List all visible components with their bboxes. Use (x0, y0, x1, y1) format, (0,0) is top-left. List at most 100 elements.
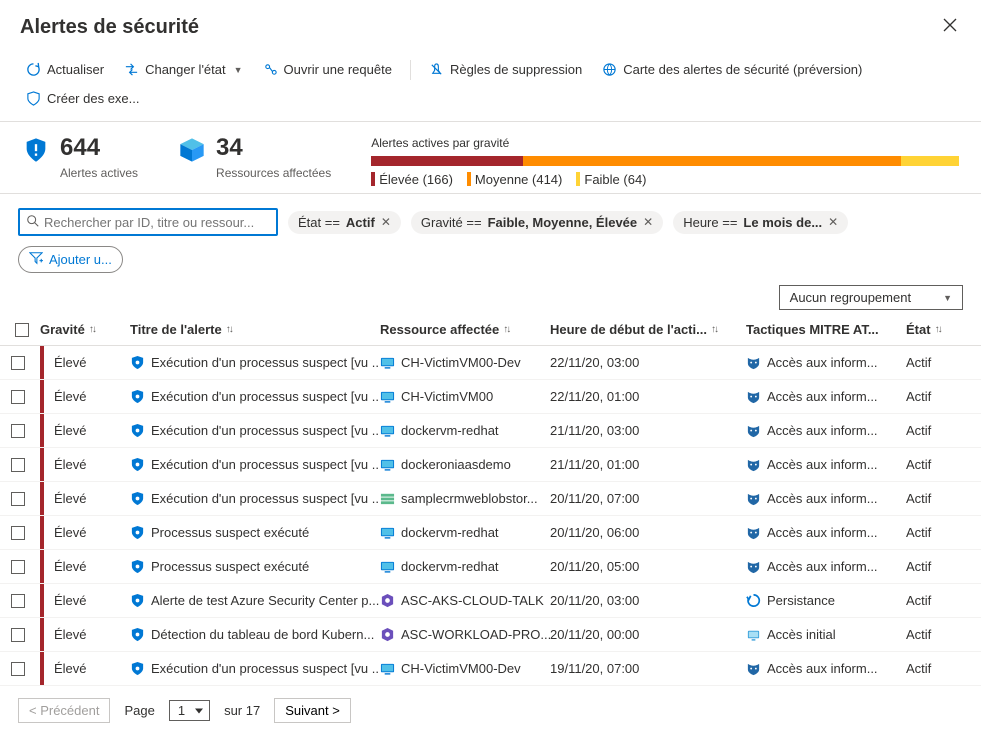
tactic-icon (746, 389, 761, 404)
table-row[interactable]: Élevé Détection du tableau de bord Kuber… (0, 618, 981, 652)
column-severity[interactable]: Gravité↑↓ (40, 322, 130, 337)
column-tactics[interactable]: Tactiques MITRE AT... (746, 322, 906, 337)
row-checkbox[interactable] (4, 492, 40, 506)
cell-state: Actif (906, 389, 966, 404)
suppression-rules-button[interactable]: Règles de suppression (421, 57, 590, 82)
open-query-label: Ouvrir une requête (284, 62, 392, 77)
cell-severity: Élevé (40, 584, 130, 617)
alerts-table: Gravité↑↓ Titre de l'alerte↑↓ Ressource … (0, 314, 981, 686)
filter-chip-severity-remove[interactable]: ✕ (643, 215, 653, 229)
cell-tactic: Accès aux inform... (746, 423, 906, 438)
search-box[interactable] (18, 208, 278, 236)
resource-icon (380, 559, 395, 574)
page-title: Alertes de sécurité (20, 16, 199, 39)
column-state[interactable]: État↑↓ (906, 322, 966, 337)
filter-chip-time-remove[interactable]: ✕ (828, 215, 838, 229)
table-row[interactable]: Élevé Processus suspect exécuté dockervm… (0, 550, 981, 584)
tactic-icon (746, 457, 761, 472)
cell-resource: dockervm-redhat (380, 559, 550, 574)
cell-title: Exécution d'un processus suspect [vu ... (130, 355, 380, 370)
severity-bar-low (901, 156, 959, 166)
security-map-button[interactable]: Carte des alertes de sécurité (préversio… (594, 57, 870, 82)
row-checkbox[interactable] (4, 390, 40, 404)
next-page-button[interactable]: Suivant > (274, 698, 351, 723)
severity-stripe (40, 516, 44, 549)
table-row[interactable]: Élevé Exécution d'un processus suspect [… (0, 346, 981, 380)
shield-icon (130, 389, 145, 404)
globe-icon (602, 62, 617, 77)
table-row[interactable]: Élevé Exécution d'un processus suspect [… (0, 414, 981, 448)
toolbar-separator (410, 60, 411, 80)
close-button[interactable] (939, 14, 961, 41)
select-all-checkbox[interactable] (4, 323, 40, 337)
cell-tactic: Accès initial (746, 627, 906, 642)
cell-tactic: Accès aux inform... (746, 457, 906, 472)
filter-chip-time[interactable]: Heure == Le mois de... ✕ (673, 211, 848, 234)
resource-icon (380, 491, 395, 506)
row-checkbox[interactable] (4, 662, 40, 676)
affected-resources-count: 34 (216, 136, 331, 160)
filter-chip-state-remove[interactable]: ✕ (381, 215, 391, 229)
refresh-button[interactable]: Actualiser (18, 57, 112, 82)
open-query-button[interactable]: Ouvrir une requête (255, 57, 400, 82)
grouping-value: Aucun regroupement (790, 290, 911, 305)
cell-tactic: Accès aux inform... (746, 559, 906, 574)
grouping-select[interactable]: Aucun regroupement ▼ (779, 285, 963, 310)
severity-stripe (40, 550, 44, 583)
row-checkbox[interactable] (4, 526, 40, 540)
cell-resource: ASC-AKS-CLOUD-TALK (380, 593, 550, 608)
table-row[interactable]: Élevé Alerte de test Azure Security Cent… (0, 584, 981, 618)
resources-cube-icon (178, 136, 206, 167)
command-bar: Actualiser Changer l'état ▼ Ouvrir une r… (0, 51, 981, 122)
page-select[interactable]: 1 (169, 700, 210, 721)
table-row[interactable]: Élevé Processus suspect exécuté dockervm… (0, 516, 981, 550)
cell-title: Exécution d'un processus suspect [vu ... (130, 423, 380, 438)
resource-icon (380, 355, 395, 370)
affected-resources-label: Ressources affectées (216, 166, 331, 180)
cell-resource: dockervm-redhat (380, 525, 550, 540)
resource-icon (380, 389, 395, 404)
row-checkbox[interactable] (4, 424, 40, 438)
shield-icon (130, 423, 145, 438)
table-row[interactable]: Élevé Exécution d'un processus suspect [… (0, 380, 981, 414)
cell-title: Exécution d'un processus suspect [vu ... (130, 389, 380, 404)
row-checkbox[interactable] (4, 560, 40, 574)
security-map-label: Carte des alertes de sécurité (préversio… (623, 62, 862, 77)
row-checkbox[interactable] (4, 628, 40, 642)
search-input[interactable] (44, 215, 270, 230)
resource-icon (380, 661, 395, 676)
cell-title: Exécution d'un processus suspect [vu ... (130, 457, 380, 472)
filter-funnel-icon (29, 251, 43, 268)
table-row[interactable]: Élevé Exécution d'un processus suspect [… (0, 448, 981, 482)
shield-icon (130, 355, 145, 370)
metric-active-alerts: 644 Alertes actives (22, 136, 138, 187)
table-row[interactable]: Élevé Exécution d'un processus suspect [… (0, 482, 981, 516)
shield-icon (130, 525, 145, 540)
column-resource[interactable]: Ressource affectée↑↓ (380, 322, 550, 337)
filter-chip-state[interactable]: État == Actif ✕ (288, 211, 401, 234)
cell-time: 19/11/20, 07:00 (550, 661, 746, 676)
active-alerts-label: Alertes actives (60, 166, 138, 180)
suppression-label: Règles de suppression (450, 62, 582, 77)
row-checkbox[interactable] (4, 594, 40, 608)
cell-severity: Élevé (40, 550, 130, 583)
prev-page-button[interactable]: < Précédent (18, 698, 110, 723)
cell-title: Détection du tableau de bord Kubern... (130, 627, 380, 642)
tactic-icon (746, 661, 761, 676)
create-sample-button[interactable]: Créer des exe... (18, 86, 148, 111)
change-state-button[interactable]: Changer l'état ▼ (116, 57, 250, 82)
refresh-icon (26, 62, 41, 77)
table-header: Gravité↑↓ Titre de l'alerte↑↓ Ressource … (0, 314, 981, 346)
cell-time: 20/11/20, 00:00 (550, 627, 746, 642)
filter-chip-severity[interactable]: Gravité == Faible, Moyenne, Élevée ✕ (411, 211, 663, 234)
cell-severity: Élevé (40, 414, 130, 447)
cell-severity: Élevé (40, 346, 130, 379)
row-checkbox[interactable] (4, 458, 40, 472)
add-filter-button[interactable]: Ajouter u... (18, 246, 123, 273)
column-time[interactable]: Heure de début de l'acti...↑↓ (550, 322, 746, 337)
cell-tactic: Persistance (746, 593, 906, 608)
cell-resource: ASC-WORKLOAD-PRO... (380, 627, 550, 642)
row-checkbox[interactable] (4, 356, 40, 370)
column-alert-title[interactable]: Titre de l'alerte↑↓ (130, 322, 380, 337)
table-row[interactable]: Élevé Exécution d'un processus suspect [… (0, 652, 981, 686)
